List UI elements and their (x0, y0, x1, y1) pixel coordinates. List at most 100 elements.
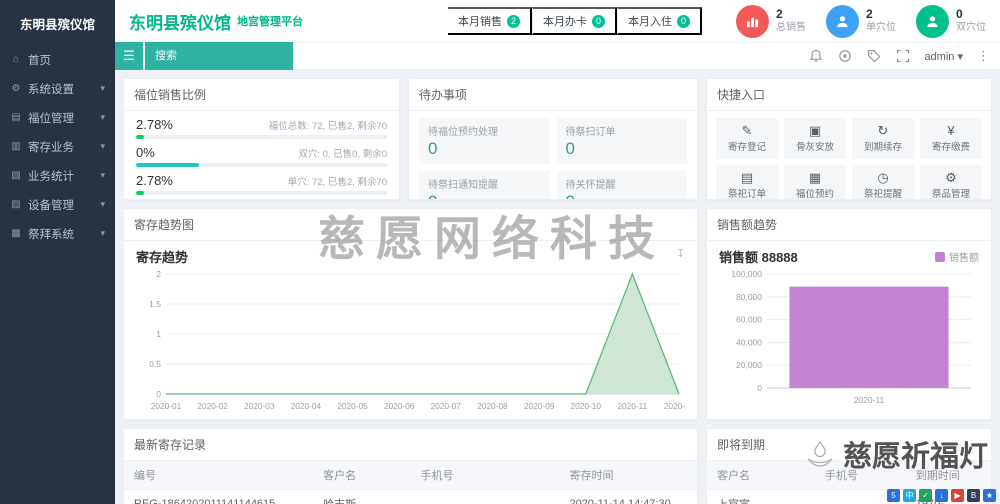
stat-single-niche: 2 单穴位 (826, 4, 896, 38)
svg-text:2020-05: 2020-05 (337, 401, 368, 411)
yen-icon: ¥ (947, 123, 955, 138)
svg-text:100,000: 100,000 (731, 269, 762, 279)
extension-icons: 5 中 ✓ ↓ ▶ B ★ (887, 489, 996, 502)
caret-down-icon: ▾ (957, 50, 963, 63)
chart-download-icon[interactable]: ↧ (676, 247, 685, 260)
stat-total-sales: 2 总销售 (736, 4, 806, 38)
quick-label: 寄存缴费 (931, 142, 970, 153)
extension-icon[interactable]: ▶ (951, 489, 964, 502)
box-icon: ▣ (808, 123, 822, 138)
cell-phone (410, 489, 560, 504)
column-header: 寄存时间 (559, 461, 697, 490)
quick-niche-booking[interactable]: ▦ 福位预约 (784, 165, 846, 199)
svg-text:0.5: 0.5 (149, 359, 161, 369)
sidebar-item-label: 系统设置 (28, 83, 74, 96)
month-sales-button[interactable]: 本月销售 2 (448, 7, 532, 35)
svg-text:2020-10: 2020-10 (571, 401, 602, 411)
svg-text:2020-08: 2020-08 (477, 401, 508, 411)
extension-icon[interactable]: 中 (903, 489, 916, 502)
sidebar-item-label: 业务统计 (28, 170, 74, 183)
theme-icon[interactable] (837, 49, 852, 64)
box-icon: ▥ (11, 141, 21, 152)
card-todo: 待办事项 待福位预约处理 0 待祭扫订单 0 待祭扫通知提醒 0 (408, 78, 698, 200)
extension-icon[interactable]: ★ (983, 489, 996, 502)
quick-ritual-reminder[interactable]: ◷ 祭祀提醒 (852, 165, 914, 199)
ratio-body: 2.78% 福位总数: 72, 已售2, 剩余70 0% 双穴: 0, 已售0,… (124, 111, 399, 199)
svg-text:2020-09: 2020-09 (524, 401, 555, 411)
username: admin (924, 50, 955, 63)
card-sales-ratio: 福位销售比例 2.78% 福位总数: 72, 已售2, 剩余70 0% 双穴: … (123, 78, 400, 200)
svg-text:1: 1 (156, 329, 161, 339)
quick-grid: ✎ 寄存登记 ▣ 骨灰安放 ↻ 到期续存 ¥ 寄存缴费 ▤ 祭祀订单 ▦ 福位预… (707, 111, 991, 200)
svg-text:2020-12: 2020-12 (664, 401, 686, 411)
sidebar-item-worship-system[interactable]: ▩ 祭拜系统 ▾ (0, 219, 115, 248)
sidebar-item-label: 设备管理 (28, 199, 74, 212)
legend-label: 销售额 (949, 253, 979, 264)
month-cards-button[interactable]: 本月办卡 0 (532, 7, 617, 35)
quick-ashes-placement[interactable]: ▣ 骨灰安放 (784, 118, 846, 159)
fullscreen-icon[interactable] (895, 49, 910, 64)
column-header: 到期时间 (905, 461, 991, 490)
user-menu[interactable]: admin ▾ (924, 50, 963, 63)
worship-icon: ▩ (11, 228, 21, 239)
card-title: 福位销售比例 (124, 79, 399, 111)
card-title: 最新寄存记录 (124, 429, 697, 461)
ratio-note: 双穴: 0, 已售0, 剩余0 (298, 149, 387, 160)
list-icon: ▤ (740, 170, 754, 185)
tag-icon[interactable] (866, 49, 881, 64)
stats-icon: ▧ (11, 170, 21, 181)
cell-customer-name: 哈吉斯 (313, 489, 411, 504)
card-sales-trend: 销售额趋势 销售额 88888 销售额 0 20,000 40,000 60,000 8… (706, 208, 992, 420)
todo-item: 待福位预约处理 0 (419, 118, 550, 164)
quick-storage-register[interactable]: ✎ 寄存登记 (716, 118, 778, 159)
sidebar-item-home[interactable]: ⌂ 首页 (0, 45, 115, 74)
brand-subtitle: 地宫管理平台 (237, 16, 303, 28)
user-icon (916, 4, 949, 38)
sidebar-item-label: 祭拜系统 (28, 228, 74, 241)
table-row: REG-1864202011141144615 哈吉斯 2020-11-14 1… (124, 489, 697, 504)
quick-renewal[interactable]: ↻ 到期续存 (852, 118, 914, 159)
sidebar-item-business-stats[interactable]: ▧ 业务统计 ▾ (0, 161, 115, 190)
extension-icon[interactable]: 5 (887, 489, 900, 502)
quick-label: 祭祀订单 (727, 189, 766, 200)
search-input[interactable] (145, 42, 293, 70)
renew-icon: ↻ (877, 123, 889, 138)
hamburger-menu-icon[interactable]: ☰ (115, 42, 143, 70)
column-header: 客户名 (313, 461, 411, 490)
quick-storage-payment[interactable]: ¥ 寄存缴费 (920, 118, 982, 159)
clock-icon: ◷ (877, 170, 889, 185)
svg-text:2: 2 (156, 269, 161, 279)
todo-value: 0 (428, 192, 541, 199)
bar-chart-icon (736, 4, 769, 38)
todo-label: 待祭扫通知提醒 (428, 180, 498, 191)
kebab-menu-icon[interactable]: ⋮ (977, 48, 990, 64)
card-title: 寄存趋势图 (124, 209, 697, 241)
sidebar-item-device-management[interactable]: ▨ 设备管理 ▾ (0, 190, 115, 219)
extension-icon[interactable]: B (967, 489, 980, 502)
card-title: 快捷入口 (707, 79, 991, 111)
quick-label: 祭品管理 (931, 189, 970, 200)
card-title: 销售额趋势 (707, 209, 991, 241)
sidebar-item-label: 首页 (28, 54, 51, 67)
user-icon (826, 4, 859, 38)
svg-text:2020-06: 2020-06 (384, 401, 415, 411)
sidebar-item-system-settings[interactable]: ⚙ 系统设置 ▾ (0, 74, 115, 103)
todo-grid: 待福位预约处理 0 待祭扫订单 0 待祭扫通知提醒 0 待关怀提醒 (409, 111, 697, 199)
extension-icon[interactable]: ↓ (935, 489, 948, 502)
month-checkin-button[interactable]: 本月入住 0 (617, 7, 702, 35)
column-header: 客户名 (707, 461, 815, 490)
card-quick-access: 快捷入口 ✎ 寄存登记 ▣ 骨灰安放 ↻ 到期续存 ¥ 寄存缴费 ▤ 祭祀订单 … (706, 78, 992, 200)
bell-icon[interactable] (808, 49, 823, 64)
quick-offerings-management[interactable]: ⚙ 祭品管理 (920, 165, 982, 200)
svg-text:80,000: 80,000 (736, 292, 762, 302)
quick-label: 骨灰安放 (795, 142, 834, 153)
quick-ritual-orders[interactable]: ▤ 祭祀订单 (716, 165, 778, 200)
stat-value: 2 (776, 7, 783, 22)
svg-text:2020-11: 2020-11 (617, 401, 647, 411)
sidebar-item-niche-management[interactable]: ▤ 福位管理 ▾ (0, 103, 115, 132)
progress-bar (136, 163, 387, 167)
sidebar-item-storage-business[interactable]: ▥ 寄存业务 ▾ (0, 132, 115, 161)
stat-label: 总销售 (776, 22, 806, 34)
extension-icon[interactable]: ✓ (919, 489, 932, 502)
month-sales-badge: 2 (507, 14, 520, 28)
